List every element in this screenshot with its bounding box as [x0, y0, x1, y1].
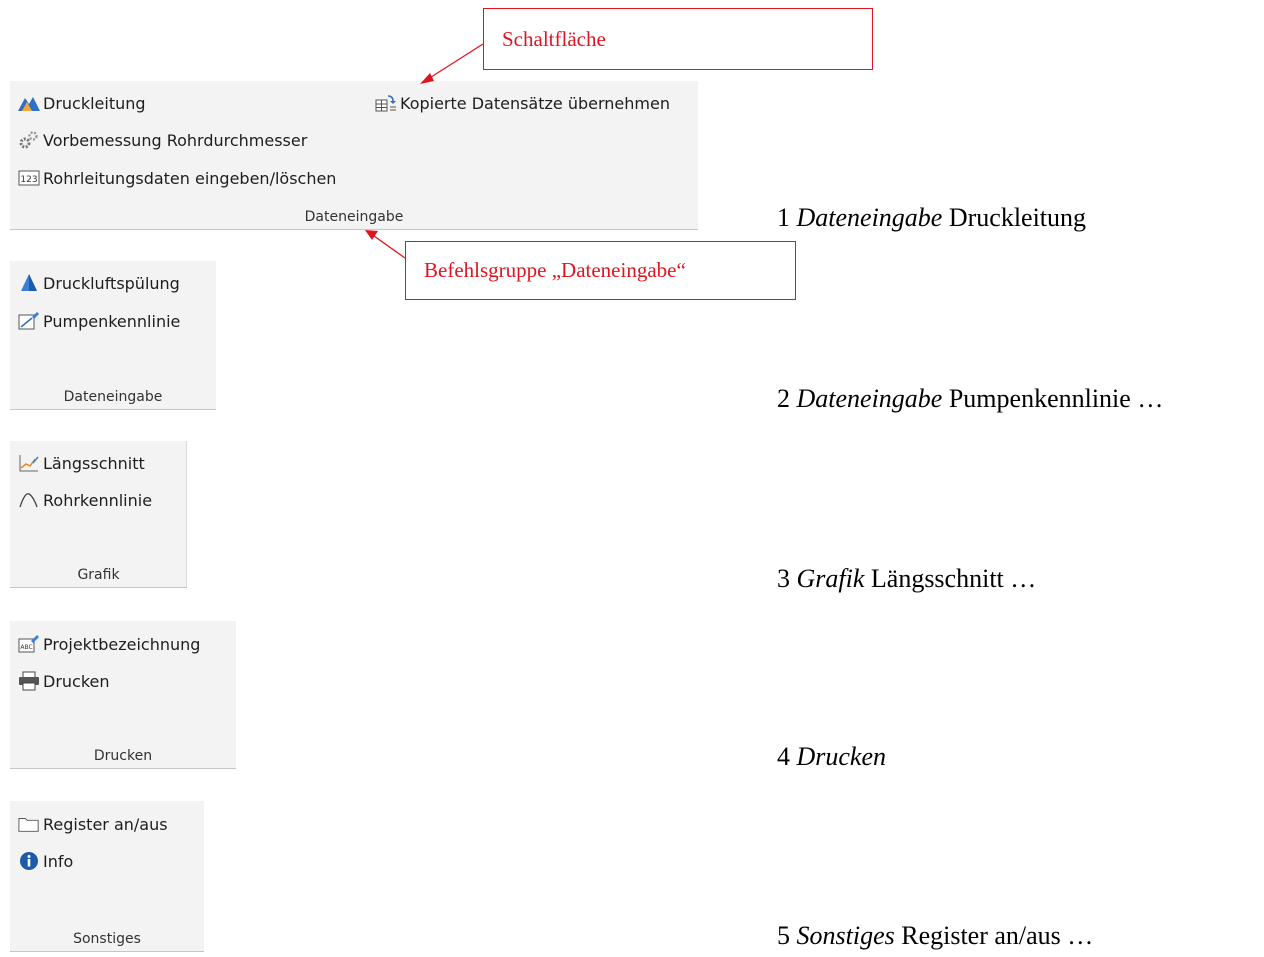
- druckleitung-button[interactable]: Druckleitung: [18, 90, 152, 116]
- ribbon-group-dateneingabe-1: Druckleitung Vorbemessung Rohrdurchmesse…: [10, 81, 698, 230]
- arrow-to-button: [427, 43, 484, 80]
- caption-number: 4: [777, 742, 790, 771]
- mountain-icon: [18, 92, 40, 114]
- ribbon-group-grafik: Längsschnitt Rohrkennlinie Grafik: [10, 441, 187, 588]
- button-label: Register an/aus: [43, 814, 168, 834]
- svg-text:ABC: ABC: [20, 644, 32, 651]
- printer-icon: [18, 670, 40, 692]
- arrow-to-group: [373, 235, 406, 259]
- group-label: Dateneingabe: [304, 209, 404, 225]
- caption-4: 4 Drucken: [777, 742, 886, 772]
- caption-tab: Sonstiges: [796, 921, 895, 950]
- vorbemessung-rohrdurchmesser-button[interactable]: Vorbemessung Rohrdurchmesser: [18, 127, 313, 153]
- gears-icon: [18, 129, 40, 151]
- line-chart-icon: [18, 452, 40, 474]
- caption-2: 2 Dateneingabe Pumpenkennlinie …: [777, 384, 1163, 414]
- pumpenkennlinie-button[interactable]: Pumpenkennlinie: [18, 308, 186, 334]
- numeric-123-icon: 123: [18, 167, 40, 189]
- button-label: Rohrkennlinie: [43, 490, 153, 510]
- caption-tab: Dateneingabe: [796, 203, 943, 232]
- paste-table-icon: [375, 92, 397, 114]
- button-label: Druckluftspülung: [43, 273, 180, 293]
- caption-tab: Drucken: [796, 742, 887, 771]
- caption-number: 3: [777, 564, 790, 593]
- caption-tab: Grafik: [796, 564, 865, 593]
- group-label: Dateneingabe: [63, 389, 163, 405]
- cone-icon: [18, 272, 40, 294]
- ribbon-group-sonstiges: Register an/aus Info Sonstiges: [10, 801, 204, 952]
- button-label: Vorbemessung Rohrdurchmesser: [43, 130, 308, 150]
- button-label: Kopierte Datensätze übernehmen: [400, 93, 670, 113]
- info-icon: [18, 850, 40, 872]
- ribbon-group-dateneingabe-2: Druckluftspülung Pumpenkennlinie Datenei…: [10, 261, 216, 410]
- callout-schaltflaeche: Schaltfläche: [483, 8, 873, 70]
- info-button[interactable]: Info: [18, 848, 79, 874]
- rohrkennlinie-button[interactable]: Rohrkennlinie: [18, 487, 158, 513]
- caption-1: 1 Dateneingabe Druckleitung: [777, 203, 1086, 233]
- caption-5: 5 Sonstiges Register an/aus …: [777, 921, 1093, 951]
- caption-3: 3 Grafik Längsschnitt …: [777, 564, 1036, 594]
- callout-befehlsgruppe: Befehlsgruppe „Dateneingabe“: [405, 241, 796, 300]
- button-label: Drucken: [43, 671, 110, 691]
- button-label: Rohrleitungsdaten eingeben/löschen: [43, 168, 337, 188]
- laengsschnitt-button[interactable]: Längsschnitt: [18, 450, 151, 476]
- abc-edit-icon: ABC: [18, 633, 40, 655]
- button-label: Druckleitung: [43, 93, 146, 113]
- caption-number: 1: [777, 203, 790, 232]
- rohrleitungsdaten-button[interactable]: 123 Rohrleitungsdaten eingeben/löschen: [18, 165, 342, 191]
- group-separator: [186, 441, 187, 587]
- druckluftspuelung-button[interactable]: Druckluftspülung: [18, 270, 186, 296]
- curve-icon: [18, 489, 40, 511]
- group-label: Grafik: [77, 567, 120, 583]
- ribbon-group-drucken: ABC Projektbezeichnung Drucken Drucken: [10, 621, 236, 769]
- folder-icon: [18, 813, 40, 835]
- projektbezeichnung-button[interactable]: ABC Projektbezeichnung: [18, 631, 206, 657]
- register-an-aus-button[interactable]: Register an/aus: [18, 811, 174, 837]
- caption-number: 5: [777, 921, 790, 950]
- kopierte-datensaetze-button[interactable]: Kopierte Datensätze übernehmen: [375, 90, 676, 116]
- caption-text: Längsschnitt …: [870, 564, 1037, 593]
- drucken-button[interactable]: Drucken: [18, 668, 116, 694]
- caption-text: Druckleitung: [948, 203, 1087, 232]
- group-label: Drucken: [93, 748, 153, 764]
- svg-text:123: 123: [20, 175, 37, 185]
- button-label: Projektbezeichnung: [43, 634, 201, 654]
- group-label: Sonstiges: [73, 931, 141, 947]
- arrowhead: [365, 230, 378, 240]
- caption-text: Register an/aus …: [901, 921, 1094, 950]
- button-label: Info: [43, 851, 74, 871]
- caption-text: Pumpenkennlinie …: [948, 384, 1164, 413]
- caption-tab: Dateneingabe: [796, 384, 943, 413]
- chart-edit-icon: [18, 310, 40, 332]
- caption-number: 2: [777, 384, 790, 413]
- button-label: Längsschnitt: [43, 453, 145, 473]
- button-label: Pumpenkennlinie: [43, 311, 181, 331]
